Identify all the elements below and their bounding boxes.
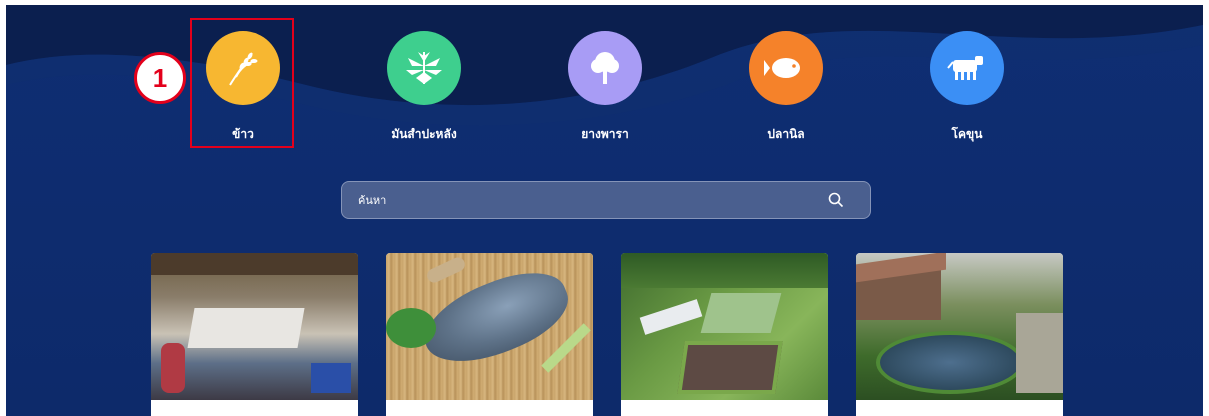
search-bar[interactable]: [341, 181, 871, 219]
content-card-3[interactable]: [621, 253, 828, 416]
card-body: [386, 400, 593, 416]
category-cassava-circle[interactable]: [387, 31, 461, 105]
category-cattle[interactable]: โคขุน: [907, 31, 1027, 144]
category-rubber[interactable]: ยางพารา: [545, 31, 665, 144]
card-body: [151, 400, 358, 416]
content-card-2[interactable]: [386, 253, 593, 416]
fish-market-photo: [151, 253, 358, 400]
category-tilapia-circle[interactable]: [749, 31, 823, 105]
fish-icon: [764, 58, 800, 78]
page-background: ข้าว มันสำปะหลัง ยางพารา ปลานิล โคขุน 1 …: [6, 5, 1203, 416]
category-tilapia-label: ปลานิล: [767, 127, 805, 141]
category-rubber-circle[interactable]: [568, 31, 642, 105]
pond-farmhouse-photo: [856, 253, 1063, 400]
category-cassava-label: มันสำปะหลัง: [391, 127, 457, 141]
fish-farm-aerial-photo: [621, 253, 828, 400]
category-tilapia[interactable]: ปลานิล: [726, 31, 846, 144]
card-body: [856, 400, 1063, 416]
cassava-icon: [406, 52, 442, 84]
category-cattle-label: โคขุน: [951, 127, 983, 141]
category-cattle-circle[interactable]: [930, 31, 1004, 105]
search-icon[interactable]: [828, 192, 844, 208]
highlight-box: [190, 18, 294, 148]
search-input[interactable]: [356, 192, 828, 208]
cow-icon: [947, 56, 983, 80]
tilapia-fish-photo: [386, 253, 593, 400]
content-card-4[interactable]: [856, 253, 1063, 416]
category-rubber-label: ยางพารา: [581, 127, 629, 141]
rubber-tree-icon: [591, 52, 619, 84]
category-cassava[interactable]: มันสำปะหลัง: [364, 31, 484, 144]
step-number-badge: 1: [134, 52, 186, 104]
content-card-1[interactable]: [151, 253, 358, 416]
card-body: [621, 400, 828, 416]
